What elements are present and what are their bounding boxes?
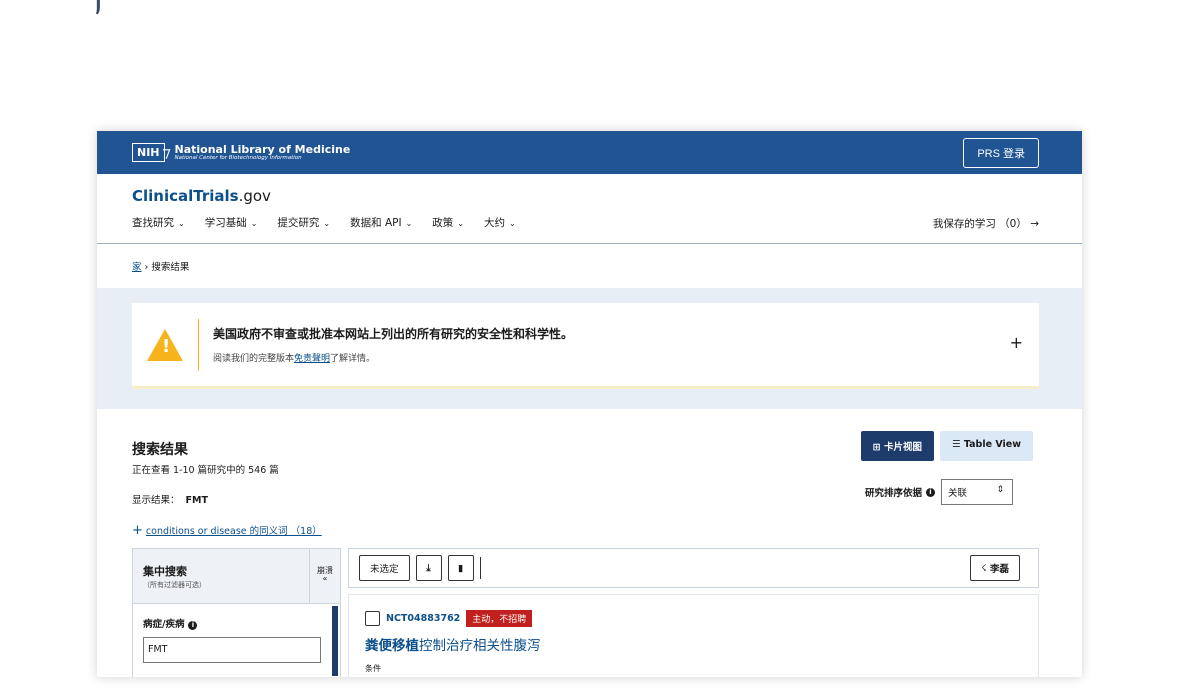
sort-select[interactable]: 关联 ⇕ — [941, 479, 1013, 505]
rss-button[interactable]: ☇ 李磊 — [970, 555, 1020, 581]
study-checkbox[interactable] — [365, 611, 380, 626]
nav-study-basics[interactable]: 学习基础 ⌄ — [205, 215, 258, 230]
prs-login-button[interactable]: PRS 登录 — [963, 137, 1039, 168]
disclaimer-alert: ! 美国政府不审查或批准本网站上列出的所有研究的安全性和科学性。 阅读我们的完整… — [132, 303, 1039, 389]
nlm-bar: NIH National Library of Medicine Nationa… — [97, 131, 1082, 174]
card-view-button[interactable]: ⊞ 卡片视图 — [860, 431, 935, 461]
updown-icon: ⇕ — [996, 485, 1004, 495]
main-nav: 查找研究 ⌄ 学习基础 ⌄ 提交研究 ⌄ 数据和 API ⌄ 政策 ⌄ 大约 ⌄ — [132, 215, 1039, 230]
bookmark-icon[interactable]: ▮ — [447, 555, 474, 581]
breadcrumb-home[interactable]: 家 — [132, 262, 142, 273]
grid-icon: ⊞ — [872, 442, 885, 453]
view-toggle: ⊞ 卡片视图 ☰ Table View — [860, 431, 1033, 461]
nlm-subtitle: National Center for Biotechnology Inform… — [174, 154, 302, 161]
chevron-down-icon: ⌄ — [457, 219, 464, 228]
disclaimer-band: ! 美国政府不审查或批准本网站上列出的所有研究的安全性和科学性。 阅读我们的完整… — [97, 288, 1082, 409]
results-count: 正在查看 1-10 篇研究中的 546 篇 — [132, 465, 279, 476]
nav-policy[interactable]: 政策 ⌄ — [432, 215, 464, 230]
chevron-down-icon: ⌄ — [508, 219, 516, 228]
expand-disclaimer-button[interactable]: + — [1010, 333, 1023, 352]
chevron-down-icon: ⌄ — [405, 219, 413, 228]
nav-data-api[interactable]: 数据和 API ⌄ — [350, 215, 412, 230]
disclaimer-link[interactable]: 免责聲明 — [294, 354, 330, 364]
results-toolbar: 未选定 ⤓ ▮ ☇ 李磊 — [348, 548, 1039, 588]
saved-studies-link[interactable]: 我保存的学习 （0） → — [933, 216, 1039, 231]
info-icon[interactable]: i — [188, 621, 198, 630]
warning-icon: ! — [147, 328, 183, 361]
unselected-button[interactable]: 未选定 — [359, 555, 410, 581]
chevron-down-icon: ⌄ — [178, 219, 185, 228]
synonyms-toggle[interactable]: + conditions or disease 的同义词 （18） — [132, 523, 1047, 538]
nav-find-studies[interactable]: 查找研究 ⌄ — [132, 215, 185, 230]
disclaimer-text: 阅读我们的完整版本免责聲明了解详情。 — [213, 354, 376, 364]
collapse-filters-button[interactable]: 崩溃 « — [309, 549, 340, 604]
cropped-heading-fragment: ⳨ ̀° — [92, 0, 137, 15]
filters-title: 集中搜索 — [143, 565, 187, 578]
rss-icon: ☇ — [981, 562, 987, 574]
breadcrumb: 家 › 搜索结果 — [97, 244, 1082, 288]
info-icon[interactable]: i — [926, 487, 935, 497]
focus-search-panel: 集中搜索 （所有过滤器可选） 崩溃 « 病症/疾病 i FMT — [132, 548, 341, 677]
sort-label: 研究排序依据 — [864, 488, 922, 499]
nav-about[interactable]: 大约 ⌄ — [484, 215, 516, 230]
results-list: 未选定 ⤓ ▮ ☇ 李磊 NCT04883762 主动，不招聘 粪便移植控制治疗… — [348, 548, 1039, 677]
breadcrumb-current: 搜索结果 — [151, 262, 190, 273]
breadcrumb-separator: › — [144, 262, 149, 273]
condition-label: 病症/疾病 i — [143, 616, 330, 630]
site-header: ClinicalTrials.gov 查找研究 ⌄ 学习基础 ⌄ 提交研究 ⌄ 数据和… — [97, 174, 1082, 244]
disclaimer-title: 美国政府不审查或批准本网站上列出的所有研究的安全性和科学性。 — [213, 327, 574, 341]
filters-subtitle: （所有过滤器可选） — [143, 581, 206, 589]
nav-submit-studies[interactable]: 提交研究 ⌄ — [277, 215, 330, 230]
browser-screenshot: NIH National Library of Medicine Nationa… — [97, 131, 1082, 677]
sort-control: 研究排序依据 i 关联 ⇕ — [865, 479, 1013, 505]
plus-icon: + — [132, 523, 143, 538]
condition-input[interactable]: FMT — [143, 637, 321, 663]
nlm-logo[interactable]: NIH National Library of Medicine Nationa… — [132, 143, 350, 162]
chevron-down-icon: ⌄ — [250, 219, 258, 228]
status-badge: 主动，不招聘 — [466, 610, 533, 627]
download-icon[interactable]: ⤓ — [415, 555, 442, 581]
clinicaltrials-logo[interactable]: ClinicalTrials.gov — [132, 187, 1039, 205]
conditions-label: 条件 — [365, 664, 381, 673]
nlm-title: National Library of Medicine — [174, 142, 351, 156]
nih-logo-icon: NIH — [132, 143, 165, 162]
chevron-down-icon: ⌄ — [323, 219, 331, 228]
results-section: 搜索结果 正在查看 1-10 篇研究中的 546 篇 显示结果： FMT + con… — [97, 409, 1082, 677]
study-title-link[interactable]: 粪便移植控制治疗相关性腹泻 — [365, 634, 1022, 654]
list-icon: ☰ — [952, 439, 964, 450]
nct-id: NCT04883762 — [386, 613, 461, 624]
table-view-button[interactable]: ☰ Table View — [940, 431, 1033, 461]
study-card: NCT04883762 主动，不招聘 粪便移植控制治疗相关性腹泻 条件 — [348, 594, 1039, 677]
filter-scrollbar[interactable] — [332, 606, 338, 676]
toolbar-divider — [479, 557, 481, 579]
